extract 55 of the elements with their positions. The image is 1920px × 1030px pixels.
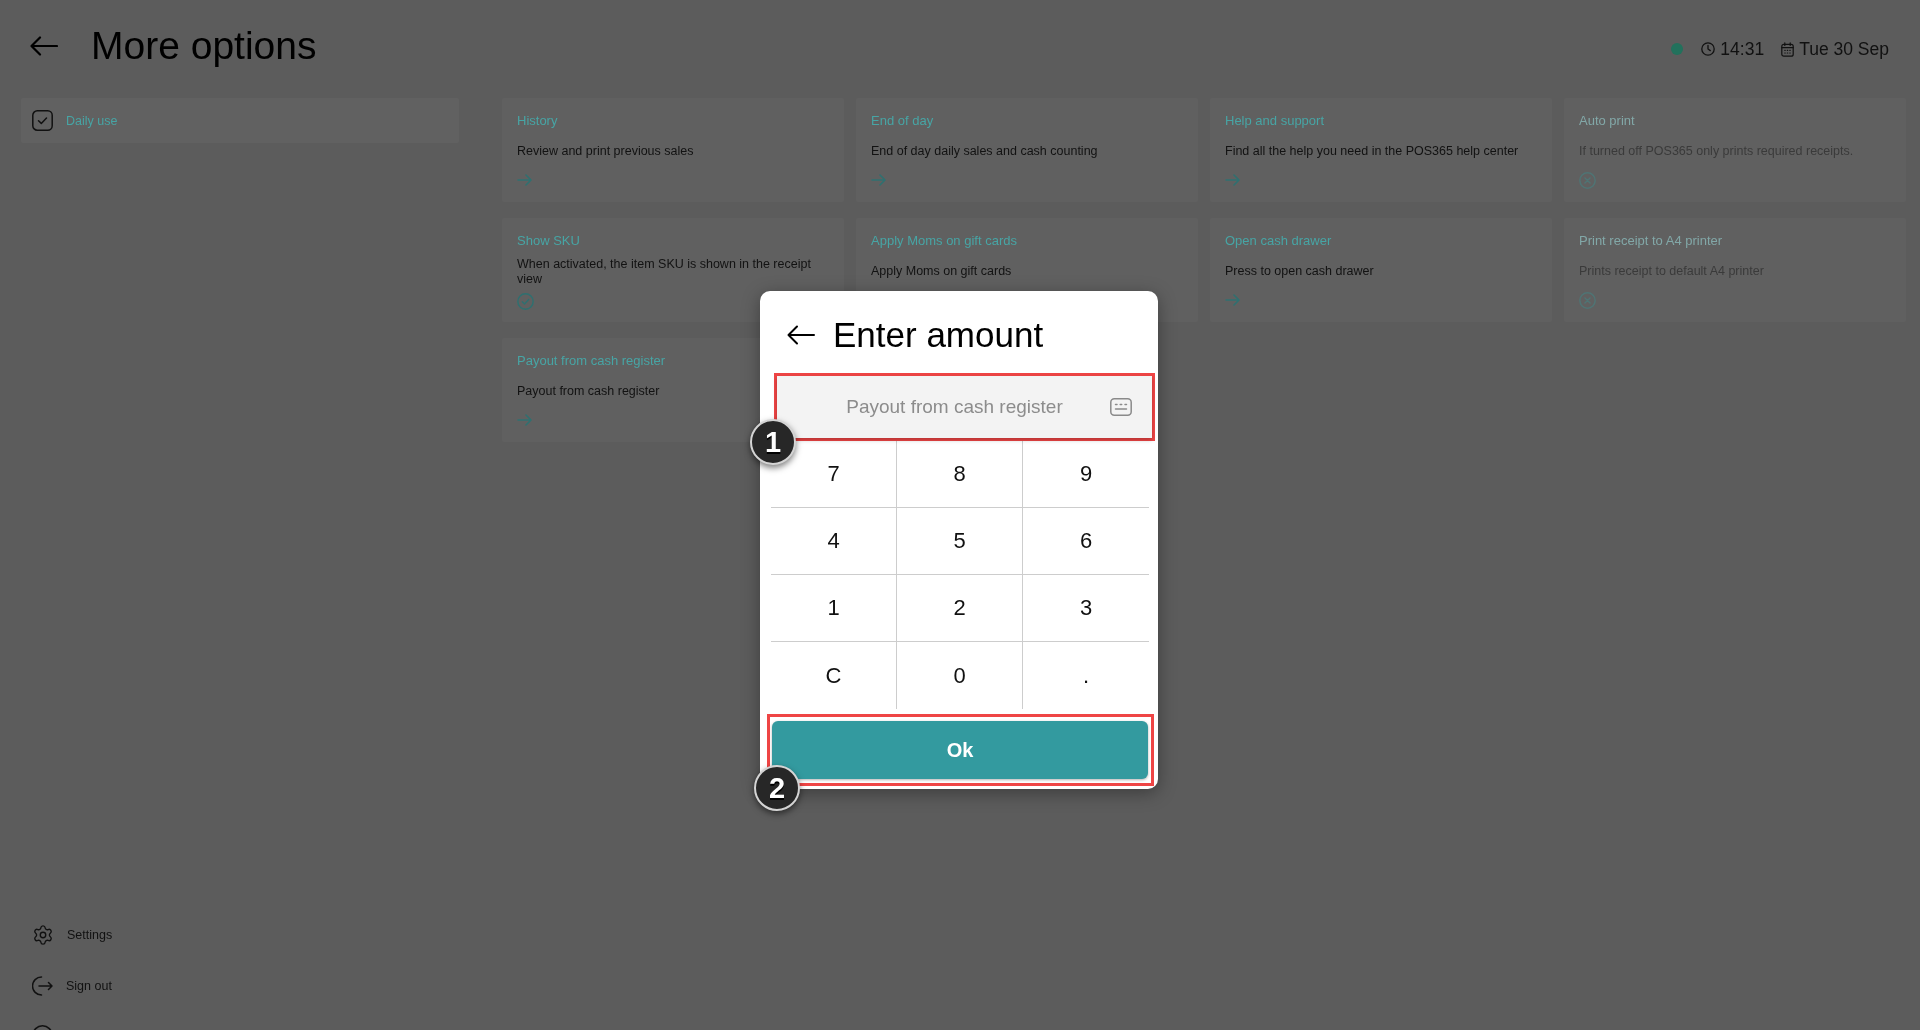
- option-card[interactable]: Help and support Find all the help you need in the POS365 help center: [1210, 98, 1552, 202]
- keypad-key[interactable]: 0: [897, 642, 1023, 709]
- clock-icon: [1701, 42, 1716, 56]
- card-description: When activated, the item SKU is shown in the receipt view: [517, 257, 812, 287]
- card-title: Print receipt to A4 printer: [1579, 233, 1723, 249]
- arrow-right-icon[interactable]: [517, 174, 532, 187]
- card-title: History: [517, 113, 558, 129]
- ok-button[interactable]: Ok: [772, 721, 1148, 779]
- page-title: More options: [91, 23, 317, 69]
- arrow-right-icon[interactable]: [1225, 174, 1240, 187]
- keypad-key[interactable]: 2: [897, 575, 1023, 642]
- card-title: End of day: [871, 113, 934, 129]
- keypad-key[interactable]: 6: [1023, 508, 1149, 575]
- card-description: Find all the help you need in the POS365 help center: [1225, 144, 1519, 160]
- card-title: Open cash drawer: [1225, 233, 1332, 249]
- step-marker: 2: [754, 765, 800, 811]
- check-circle-icon[interactable]: [517, 292, 534, 310]
- date-text: Tue 30 Sep: [1799, 38, 1889, 60]
- sidebar-link[interactable]: Settings: [21, 909, 221, 960]
- card-description: Apply Moms on gift cards: [871, 264, 1012, 280]
- checkbox-icon: [32, 110, 53, 131]
- keypad-key[interactable]: 1: [771, 575, 897, 642]
- keypad-key[interactable]: 8: [897, 441, 1023, 508]
- arrow-right-icon[interactable]: [871, 174, 886, 187]
- clock-time: 14:31: [1720, 38, 1765, 60]
- card-description: Press to open cash drawer: [1225, 264, 1374, 280]
- card-title: Payout from cash register: [517, 353, 666, 369]
- sidebar-item[interactable]: Daily use: [21, 98, 459, 143]
- keypad-key[interactable]: 3: [1023, 575, 1149, 642]
- card-title: Auto print: [1579, 113, 1635, 129]
- card-description: Review and print previous sales: [517, 144, 694, 160]
- keypad-key[interactable]: 4: [771, 508, 897, 575]
- back-arrow-icon[interactable]: [787, 325, 815, 345]
- settings-icon: [32, 923, 54, 946]
- option-card[interactable]: Open cash drawer Press to open cash drawer: [1210, 218, 1552, 322]
- arrow-right-icon[interactable]: [517, 414, 532, 427]
- card-title: Show SKU: [517, 233, 580, 249]
- keypad-key[interactable]: C: [771, 642, 897, 709]
- sidebar-link[interactable]: Sign out: [21, 960, 221, 1011]
- card-title: Help and support: [1225, 113, 1324, 129]
- option-card[interactable]: End of day End of day daily sales and cash counting: [856, 98, 1198, 202]
- keypad-key[interactable]: 5: [897, 508, 1023, 575]
- keypad-key[interactable]: 9: [1023, 441, 1149, 508]
- calendar-icon: [1781, 41, 1795, 57]
- sign-out-icon: [32, 975, 53, 996]
- keyboard-icon[interactable]: [1110, 398, 1132, 416]
- card-description: Payout from cash register: [517, 384, 660, 400]
- arrow-right-icon[interactable]: [1225, 294, 1240, 307]
- amount-field[interactable]: Payout from cash register: [777, 376, 1152, 438]
- card-description: End of day daily sales and cash counting: [871, 144, 1098, 160]
- card-title: Apply Moms on gift cards: [871, 233, 1017, 249]
- option-card[interactable]: History Review and print previous sales: [502, 98, 844, 202]
- option-card[interactable]: Show SKU When activated, the item SKU is shown in the receipt view: [502, 218, 844, 322]
- step-marker: 1: [750, 419, 796, 465]
- keypad-key[interactable]: .: [1023, 642, 1149, 709]
